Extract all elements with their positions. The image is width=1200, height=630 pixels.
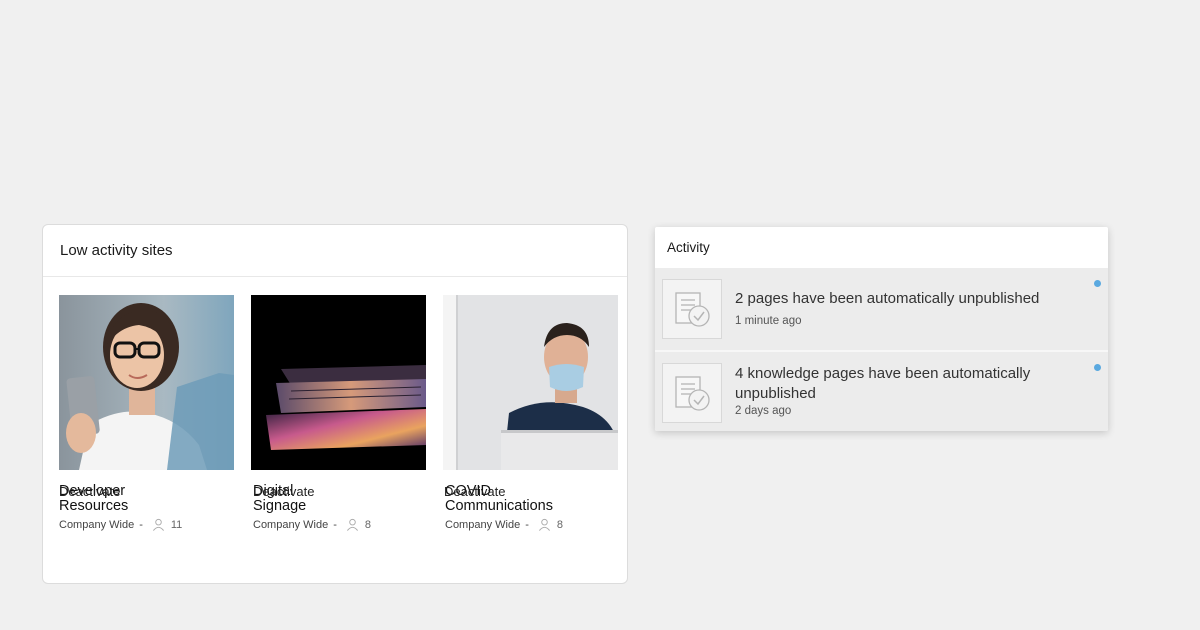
site-meta: Company Wide - 8 — [251, 518, 426, 531]
meta-separator: - — [525, 518, 529, 531]
site-meta: Company Wide - 8 — [443, 518, 618, 531]
document-check-icon — [662, 363, 722, 423]
site-scope: Company Wide — [445, 518, 521, 531]
site-thumbnail-covid-communications — [443, 295, 618, 470]
activity-message: 2 pages have been automatically unpublis… — [735, 290, 1040, 307]
low-activity-sites-title: Low activity sites — [60, 242, 173, 259]
site-name-line2: Signage — [253, 498, 307, 514]
meta-separator: - — [139, 518, 143, 531]
site-scope: Company Wide — [253, 518, 329, 531]
deactivate-button-developer-resources[interactable]: Deactivate — [59, 484, 120, 499]
document-check-icon — [662, 279, 722, 339]
site-meta: Company Wide - 11 — [59, 518, 234, 531]
woman-with-phone-photo — [59, 295, 234, 470]
activity-title: Activity — [667, 240, 710, 255]
man-with-mask-photo — [443, 295, 618, 470]
activity-panel: Activity 2 pages have been automatically… — [655, 227, 1108, 431]
laptop-glow-photo — [251, 295, 426, 470]
low-activity-sites-card: Low activity sites Developer Resources C… — [42, 224, 628, 584]
activity-time: 2 days ago — [735, 405, 792, 417]
activity-message: 4 knowledge pages have been automaticall… — [735, 365, 1031, 402]
user-icon — [538, 518, 550, 531]
site-thumbnail-developer-resources — [59, 295, 234, 470]
activity-item[interactable]: 4 knowledge pages have been automaticall… — [655, 350, 1108, 431]
document-check-icon — [675, 292, 710, 327]
site-scope: Company Wide — [59, 518, 135, 531]
deactivate-button-covid-communications[interactable]: Deactivate — [444, 484, 505, 499]
activity-text: 4 knowledge pages have been automaticall… — [735, 364, 1075, 417]
activity-time: 1 minute ago — [735, 315, 802, 327]
document-check-icon — [675, 376, 710, 411]
member-count: 11 — [170, 518, 183, 531]
member-count: 8 — [556, 518, 563, 531]
site-name-line2: Resources — [59, 498, 129, 514]
unread-indicator — [1094, 280, 1101, 287]
unread-indicator — [1094, 364, 1101, 371]
site-name-line2: Communications — [445, 498, 553, 514]
site-thumbnail-digital-signage — [251, 295, 426, 470]
user-icon — [152, 518, 164, 531]
low-activity-sites-header: Low activity sites — [43, 225, 627, 277]
meta-separator: - — [333, 518, 337, 531]
member-count: 8 — [364, 518, 371, 531]
activity-item[interactable]: 2 pages have been automatically unpublis… — [655, 268, 1108, 350]
user-icon — [346, 518, 358, 531]
activity-text: 2 pages have been automatically unpublis… — [735, 289, 1075, 327]
deactivate-button-digital-signage[interactable]: Deactivate — [253, 484, 314, 499]
activity-header: Activity — [655, 227, 1108, 268]
